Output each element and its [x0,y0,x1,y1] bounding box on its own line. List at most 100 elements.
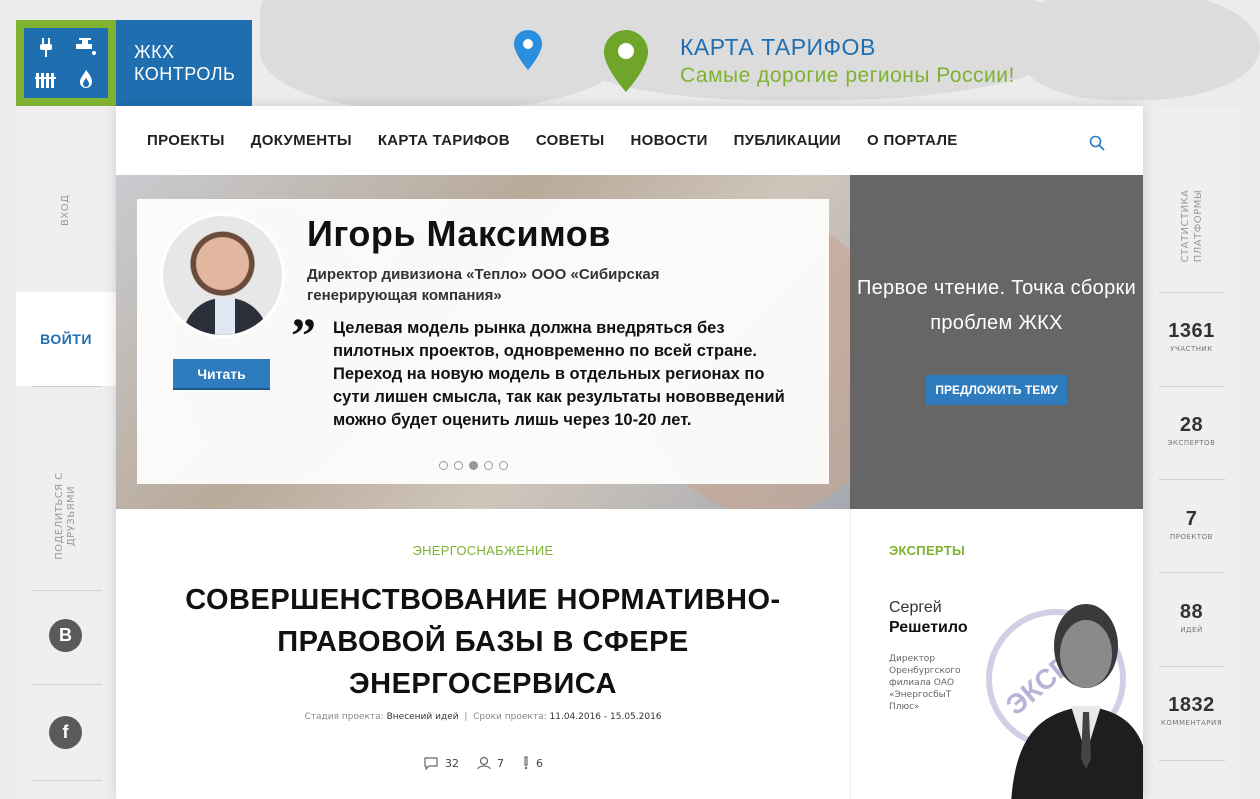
users-counter[interactable]: 7 [477,756,504,770]
stat-label: УЧАСТНИК [1170,345,1213,353]
nav-news[interactable]: НОВОСТИ [631,132,708,149]
stat-label: КОММЕНТАРИЯ [1160,719,1223,727]
slider-dot[interactable] [484,461,493,470]
login-block: ВОЙТИ [16,292,116,386]
read-button[interactable]: Читать [173,359,270,388]
radiator-icon [27,64,65,95]
person-avatar [160,213,285,338]
search-icon[interactable] [1089,135,1105,151]
avatar-shirt [215,298,235,335]
stat-value: 1832 [1168,694,1215,716]
divider [32,590,102,591]
divider [1159,479,1225,480]
stat-label: ИДЕЙ [1180,626,1203,634]
user-icon [477,756,491,770]
stat-comments: 1832 КОММЕНТАРИЯ [1143,694,1240,727]
nav-documents[interactable]: ДОКУМЕНТЫ [251,132,352,149]
dates-label: Сроки проекта: [473,712,547,722]
article-category[interactable]: ЭНЕРГОСНАБЖЕНИЕ [116,543,850,558]
stat-experts: 28 ЭКСПЕРТОВ [1143,414,1240,447]
stage-value: Внесений идей [386,712,459,722]
right-sidebar: СТАТИСТИКА ПЛАТФОРМЫ 1361 УЧАСТНИК 28 ЭК… [1143,106,1240,799]
facebook-icon: f [62,722,69,742]
divider [32,780,102,781]
share-label: ПОДЕЛИТЬСЯ С ДРУЗЬЯМИ [54,472,77,560]
slider-dot[interactable] [499,461,508,470]
comments-counter[interactable]: 32 [423,756,459,770]
experts-title[interactable]: ЭКСПЕРТЫ [889,543,965,558]
nav-publications[interactable]: ПУБЛИКАЦИИ [734,132,841,149]
person-title: Директор дивизиона «Тепло» ООО «Сибирска… [307,266,660,304]
experts-block: ЭКСПЕРТЫ ЭКСП Сергей Решетило Директор О… [850,509,1143,799]
site-logo[interactable] [16,20,116,106]
entry-label: ВХОД [60,194,71,226]
article-title[interactable]: СОВЕРШЕНСТВОВАНИЕ НОРМАТИВНО-ПРАВОВОЙ БА… [176,579,790,705]
vk-icon: B [59,625,72,645]
quote-text: Целевая модель рынка должна внедряться б… [333,319,785,429]
article-block: ЭНЕРГОСНАБЖЕНИЕ СОВЕРШЕНСТВОВАНИЕ НОРМАТ… [116,509,850,799]
statistics-label: СТАТИСТИКА ПЛАТФОРМЫ [1180,189,1204,263]
slider-dots [439,461,508,470]
idea-icon [524,756,528,770]
brand-line-1: ЖКХ [134,42,175,62]
plug-icon [27,31,65,62]
stat-value: 7 [1185,508,1198,530]
expert-last-name[interactable]: Решетило [889,619,968,637]
faucet-icon [67,31,105,62]
divider [32,684,102,685]
stat-label: ЭКСПЕРТОВ [1167,439,1216,447]
flame-icon [67,64,105,95]
comment-icon [424,757,438,770]
left-sidebar: ВХОД ВОЙТИ ПОДЕЛИТЬСЯ С ДРУЗЬЯМИ B f [16,106,116,799]
divider [1159,666,1225,667]
meta-separator: | [461,712,471,722]
ideas-counter[interactable]: 6 [522,756,543,770]
ideas-count: 6 [536,756,543,770]
stage-label: Стадия проекта: [304,712,384,722]
login-link[interactable]: ВОЙТИ [40,331,92,347]
users-count: 7 [497,756,504,770]
facebook-share-button[interactable]: f [49,716,82,749]
expert-position: Директор Оренбургского филиала ОАО «Энер… [889,654,961,712]
stat-label: ПРОЕКТОВ [1170,533,1213,541]
tariff-map-subtitle[interactable]: Самые дорогие регионы России! [680,64,1015,88]
expert-first-name[interactable]: Сергей [889,599,942,617]
brand-title[interactable]: ЖКХ КОНТРОЛЬ [116,20,252,106]
nav-tariff-map[interactable]: КАРТА ТАРИФОВ [378,132,510,149]
divider [1159,292,1225,293]
brand-line-2: КОНТРОЛЬ [134,64,236,84]
dates-value: 11.04.2016 - 15.05.2016 [549,712,662,722]
stat-value: 1361 [1168,320,1215,342]
vk-share-button[interactable]: B [49,619,82,652]
hero-slider: Читать Игорь Максимов Директор дивизиона… [116,175,850,509]
stat-value: 88 [1179,601,1204,623]
tariff-map-title[interactable]: КАРТА ТАРИФОВ [680,34,876,61]
divider [1159,572,1225,573]
nav-advice[interactable]: СОВЕТЫ [536,132,605,149]
slider-dot[interactable] [469,461,478,470]
nav-projects[interactable]: ПРОЕКТЫ [147,132,225,149]
stat-ideas: 88 ИДЕЙ [1143,601,1240,634]
nav-about[interactable]: О ПОРТАЛЕ [867,132,958,149]
person-name: Игорь Максимов [307,213,611,254]
map-pin-blue-icon [514,30,542,70]
quote-mark-icon: ” [291,307,316,363]
map-pin-green-icon[interactable] [604,30,648,92]
quote-card: Читать Игорь Максимов Директор дивизиона… [137,199,829,484]
slider-dot[interactable] [439,461,448,470]
main-panel: ПРОЕКТЫ ДОКУМЕНТЫ КАРТА ТАРИФОВ СОВЕТЫ Н… [116,106,1143,799]
article-counters: 32 7 6 [116,756,850,770]
promo-block: Первое чтение. Точка сборки проблем ЖКХ … [850,175,1143,509]
divider [32,386,102,387]
divider [1159,386,1225,387]
main-nav: ПРОЕКТЫ ДОКУМЕНТЫ КАРТА ТАРИФОВ СОВЕТЫ Н… [116,106,1143,175]
stat-projects: 7 ПРОЕКТОВ [1143,508,1240,541]
article-meta: Стадия проекта: Внесений идей | Сроки пр… [116,712,850,722]
divider [1159,760,1225,761]
stat-participants: 1361 УЧАСТНИК [1143,320,1240,353]
promo-text: Первое чтение. Точка сборки проблем ЖКХ [856,277,1137,334]
expert-photo[interactable] [1001,584,1143,799]
stat-value: 28 [1179,414,1204,436]
suggest-topic-button[interactable]: ПРЕДЛОЖИТЬ ТЕМУ [926,375,1067,405]
slider-dot[interactable] [454,461,463,470]
